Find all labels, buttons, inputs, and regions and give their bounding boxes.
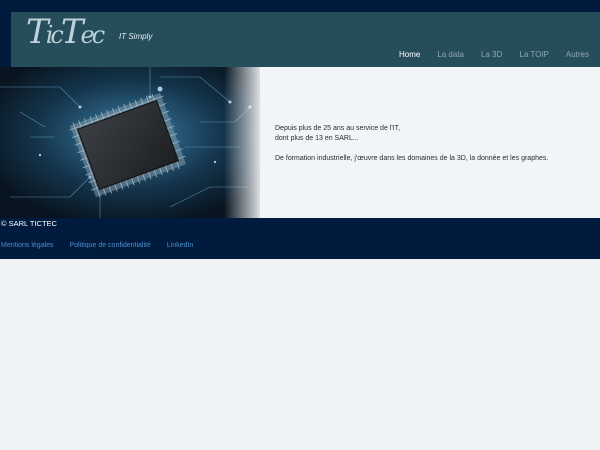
hero-chip-image: [0, 67, 260, 218]
site-logo[interactable]: TicTec: [26, 12, 105, 52]
hero-line-1: Depuis plus de 25 ans au service de l'IT…: [275, 125, 401, 132]
hero-section: Depuis plus de 25 ans au service de l'IT…: [0, 67, 600, 218]
hero-line-3: De formation industrielle, j'œuvre dans …: [275, 155, 549, 162]
footer-link-linkedin[interactable]: LinkedIn: [167, 242, 193, 249]
hero-text: Depuis plus de 25 ans au service de l'IT…: [275, 124, 548, 174]
site-header: TicTec IT Simply Home La data La 3D La T…: [11, 12, 600, 67]
page-wrapper: TicTec IT Simply Home La data La 3D La T…: [0, 0, 600, 259]
nav-item-autres[interactable]: Autres: [566, 50, 589, 59]
nav-item-la-toip[interactable]: La TOIP: [519, 50, 549, 59]
nav-item-la-data[interactable]: La data: [437, 50, 464, 59]
nav-item-home[interactable]: Home: [399, 50, 420, 59]
footer-copyright: © SARL TICTEC: [1, 219, 57, 228]
main-nav: Home La data La 3D La TOIP Autres: [393, 50, 600, 59]
site-tagline: IT Simply: [119, 32, 153, 41]
footer-links: Mentions légales Politique de confidenti…: [1, 242, 209, 249]
nav-item-la-3d[interactable]: La 3D: [481, 50, 502, 59]
footer-link-politique-confidentialite[interactable]: Politique de confidentialité: [70, 242, 151, 249]
footer-link-mentions-legales[interactable]: Mentions légales: [1, 242, 54, 249]
circuit-board-illustration: [0, 67, 260, 218]
hero-line-2: dont plus de 13 en SARL...: [275, 135, 359, 142]
hero-image-fade: [224, 67, 260, 218]
